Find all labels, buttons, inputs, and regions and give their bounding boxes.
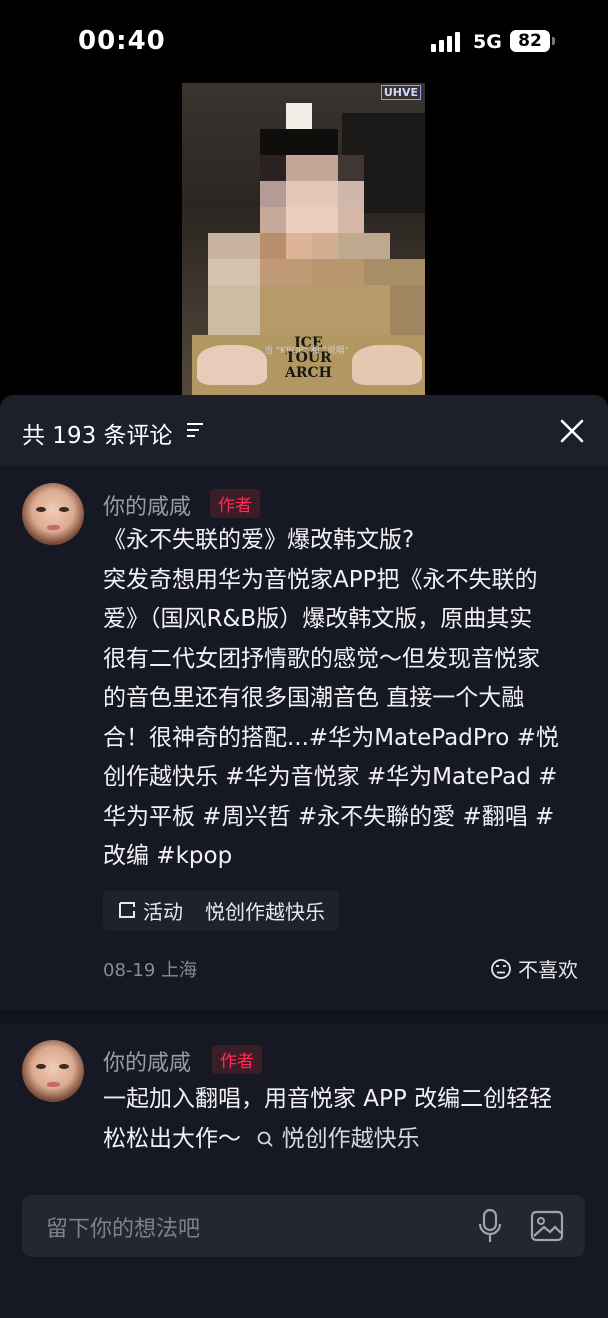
author-badge: 作者 <box>212 1045 262 1074</box>
avatar-mouth <box>47 525 60 530</box>
activity-icon <box>119 902 135 918</box>
mic-icon[interactable] <box>477 1208 503 1246</box>
comment-date-location: 08-19 上海 <box>103 960 198 981</box>
avatar-eye-left <box>36 1064 46 1069</box>
comment-input-placeholder: 留下你的想法吧 <box>46 1217 201 1242</box>
activity-name: 悦创作越快乐 <box>205 899 325 924</box>
comment-line: 很有二代女团抒情歌的感觉～但发现音悦家 <box>103 645 540 672</box>
comment-line: 华为平板 #周兴哲 #永不失聯的愛 #翻唱 # <box>103 803 555 830</box>
comment-line: 改编 #kpop <box>103 843 233 869</box>
comment-line: 合！很神奇的搭配...#华为MatePadPro #悦 <box>103 724 559 751</box>
search-link[interactable]: 悦创作越快乐 <box>248 1125 420 1152</box>
signal-icon <box>431 32 460 52</box>
avatar-eye-right <box>59 507 69 512</box>
dislike-face-icon <box>491 958 511 979</box>
author-badge: 作者 <box>210 489 260 518</box>
comment-line: 爱》（国风R&B版）爆改韩文版，原曲其实 <box>103 606 533 632</box>
activity-label: 活动 <box>143 899 183 924</box>
comment-line: 一起加入翻唱，用音悦家 APP 改编二创轻轻 <box>103 1086 553 1112</box>
filter-icon[interactable] <box>185 421 205 439</box>
avatar[interactable] <box>22 483 84 545</box>
video-preview[interactable]: UHVE ICE TOUR ARCH 当 "KPOP" 和 "说唱" <box>182 83 425 395</box>
dislike-label: 不喜欢 <box>518 958 578 982</box>
avatar[interactable] <box>22 1040 84 1102</box>
comment-line: 松松出大作～ 悦创作越快乐 <box>103 1120 588 1160</box>
avatar-mouth <box>47 1082 60 1087</box>
search-link-label: 悦创作越快乐 <box>281 1125 420 1152</box>
activity-chip[interactable]: 活动 悦创作越快乐 <box>103 890 339 930</box>
comment-line-text: 松松出大作～ <box>103 1125 241 1152</box>
avatar-eye-left <box>36 507 46 512</box>
comment-input[interactable]: 留下你的想法吧 <box>22 1195 585 1257</box>
battery-icon: 82 <box>510 30 550 52</box>
comment-line: 《永不失联的爱》爆改韩文版? <box>103 527 415 553</box>
bottom-safe-area <box>0 1257 608 1318</box>
comment-divider <box>0 1010 608 1025</box>
comments-panel: 共 193 条评论 你的咸咸 作者 《永不失联的爱》爆改韩文版? 突发奇想用华为… <box>0 395 608 1318</box>
comment-item[interactable]: 你的咸咸 作者 《永不失联的爱》爆改韩文版? 突发奇想用华为音悦家APP把《永不… <box>0 470 608 1010</box>
close-icon[interactable] <box>556 415 588 447</box>
battery-tip <box>552 37 555 45</box>
dislike-button[interactable]: 不喜欢 <box>490 954 578 983</box>
comment-line: 的音色里还有很多国潮音色 直接一个大融 <box>103 685 525 711</box>
comment-username[interactable]: 你的咸咸 <box>103 1045 191 1077</box>
search-icon <box>257 1131 273 1147</box>
comment-line: 突发奇想用华为音悦家APP把《永不失联的 <box>103 566 538 593</box>
comment-item[interactable]: 你的咸咸 作者 一起加入翻唱，用音悦家 APP 改编二创轻轻 松松出大作～ 悦创… <box>0 1025 608 1185</box>
comment-body: 《永不失联的爱》爆改韩文版? 突发奇想用华为音悦家APP把《永不失联的 爱》（国… <box>103 521 588 877</box>
status-time: 00:40 <box>78 26 166 56</box>
video-watermark-logo: UHVE <box>380 85 421 100</box>
status-bar: 00:40 5G 82 <box>0 0 608 80</box>
image-icon[interactable] <box>530 1210 564 1242</box>
network-type: 5G <box>473 31 502 53</box>
comment-line: 创作越快乐 #华为音悦家 #华为MatePad # <box>103 764 558 790</box>
video-caption: 当 "KPOP" 和 "说唱" <box>264 346 349 356</box>
comment-username[interactable]: 你的咸咸 <box>103 489 191 521</box>
comments-count-title: 共 193 条评论 <box>22 423 173 449</box>
comments-header: 共 193 条评论 <box>0 395 608 465</box>
comment-body: 一起加入翻唱，用音悦家 APP 改编二创轻轻 松松出大作～ 悦创作越快乐 <box>103 1080 588 1159</box>
avatar-eye-right <box>59 1064 69 1069</box>
shirt-text-3: ARCH <box>285 365 332 381</box>
